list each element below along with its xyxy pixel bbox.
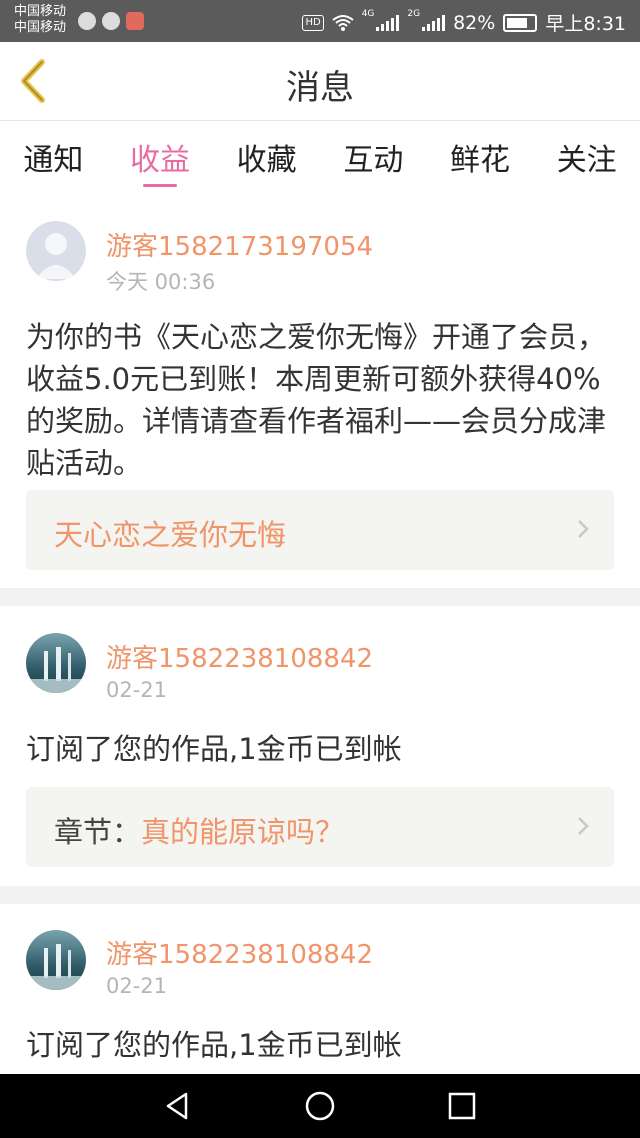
carrier-1: 中国移动 — [14, 4, 67, 19]
username[interactable]: 游客1582238108842 — [106, 638, 373, 675]
wechat-icon — [78, 12, 96, 30]
book-title: 天心恋之爱你无悔 — [54, 518, 287, 552]
divider — [0, 588, 640, 606]
carrier-info: 中国移动 中国移动 — [14, 4, 66, 36]
username[interactable]: 游客1582173197054 — [106, 226, 373, 263]
divider — [0, 886, 640, 904]
chapter-link[interactable]: 章节：真的能原谅吗？ — [26, 787, 614, 867]
notification-icons — [78, 12, 144, 30]
clock: 早上8:31 — [545, 13, 626, 35]
hd-badge: HD — [302, 14, 324, 31]
carrier-2: 中国移动 — [14, 20, 67, 35]
message-text: 订阅了您的作品,1金币已到帐 — [26, 732, 402, 766]
message-text: 为你的书《天心恋之爱你无悔》开通了会员，收益5.0元已到账！本周更新可额外获得4… — [26, 320, 607, 480]
signal-2-icon — [422, 14, 446, 31]
status-right: HD 4G 2G 82% 早上8:31 — [302, 9, 626, 36]
app-notification-icon — [126, 12, 144, 30]
tab-flowers[interactable]: 鲜花 — [427, 121, 534, 191]
tab-bar: 通知 收益 收藏 互动 鲜花 关注 — [0, 121, 640, 191]
message-card: 游客1582173197054 今天 00:36 为你的书《天心恋之爱你无悔》开… — [0, 192, 640, 588]
message-time: 02-21 — [106, 678, 168, 702]
page-title: 消息 — [286, 68, 354, 108]
book-link[interactable]: 天心恋之爱你无悔 — [26, 490, 614, 570]
signal-2-label: 2G — [407, 9, 421, 19]
tab-earnings[interactable]: 收益 — [107, 121, 214, 191]
chevron-right-icon — [578, 817, 589, 835]
username[interactable]: 游客1582238108842 — [106, 934, 373, 971]
message-time: 02-21 — [106, 974, 168, 998]
signal-1-label: 4G — [361, 9, 375, 19]
waterfall-avatar-icon — [26, 944, 86, 990]
chapter-title: 真的能原谅吗？ — [141, 815, 345, 849]
header: 消息 — [0, 42, 640, 121]
chapter-label: 章节： — [54, 815, 142, 849]
tab-notifications[interactable]: 通知 — [0, 121, 107, 191]
message-card: 游客1582238108842 02-21 订阅了您的作品,1金币已到帐 章节：… — [0, 606, 640, 886]
tab-favorites[interactable]: 收藏 — [213, 121, 320, 191]
default-avatar-icon — [36, 233, 76, 279]
tab-follows[interactable]: 关注 — [533, 121, 640, 191]
status-bar: 中国移动 中国移动 HD 4G 2G 82% 早上8:31 — [0, 0, 640, 42]
message-text: 订阅了您的作品,1金币已到帐 — [26, 1028, 402, 1062]
recents-square-icon[interactable] — [446, 1090, 478, 1122]
signal-1-icon — [376, 14, 400, 31]
waterfall-avatar-icon — [26, 647, 86, 693]
system-nav-bar — [0, 1074, 640, 1138]
avatar[interactable] — [26, 930, 86, 990]
battery-icon — [503, 13, 538, 32]
home-circle-icon[interactable] — [304, 1090, 336, 1122]
back-triangle-icon[interactable] — [162, 1090, 194, 1122]
avatar[interactable] — [26, 633, 86, 693]
wifi-icon — [332, 14, 354, 31]
message-icon — [102, 12, 120, 30]
message-card: 游客1582238108842 02-21 订阅了您的作品,1金币已到帐 — [0, 904, 640, 1074]
battery-percent: 82% — [453, 11, 496, 34]
avatar[interactable] — [26, 221, 86, 281]
chevron-right-icon — [578, 520, 589, 538]
tab-interactions[interactable]: 互动 — [320, 121, 427, 191]
message-time: 今天 00:36 — [106, 270, 216, 294]
